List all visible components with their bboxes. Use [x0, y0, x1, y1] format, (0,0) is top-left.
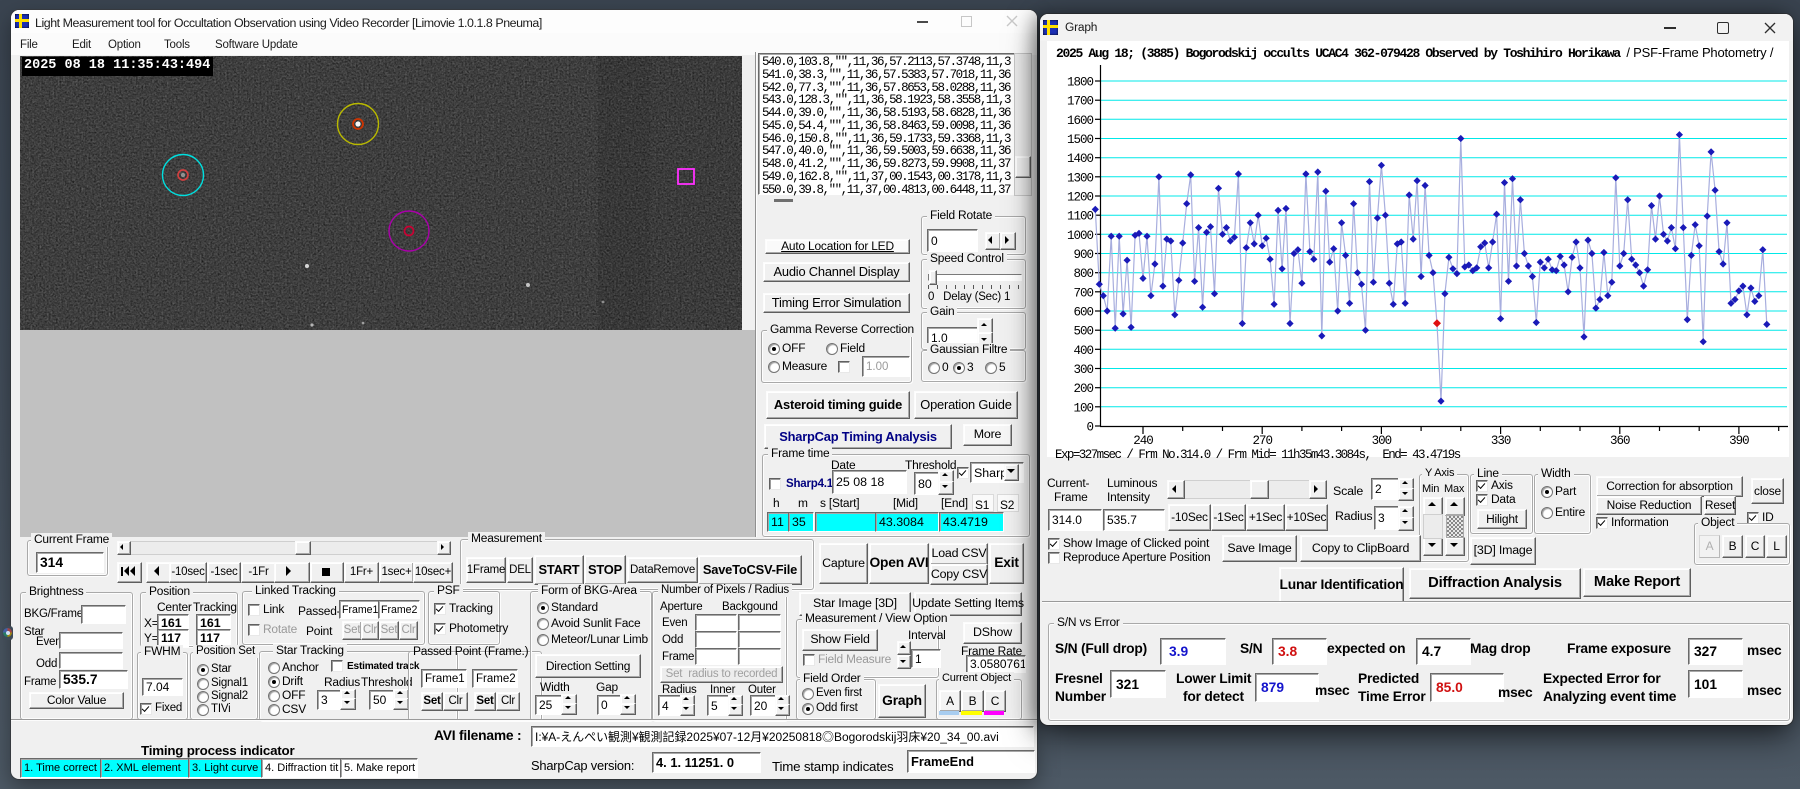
svg-text:1000: 1000	[1067, 229, 1094, 243]
svg-text:1400: 1400	[1067, 152, 1094, 166]
svg-text:0: 0	[1086, 421, 1093, 435]
svg-text:300: 300	[1073, 363, 1093, 377]
svg-text:100: 100	[1073, 401, 1093, 415]
svg-text:1700: 1700	[1067, 95, 1094, 109]
svg-text:900: 900	[1073, 248, 1093, 262]
svg-text:1600: 1600	[1067, 114, 1094, 128]
svg-text:1500: 1500	[1067, 133, 1094, 147]
svg-text:700: 700	[1073, 286, 1093, 300]
svg-text:300: 300	[1372, 434, 1392, 448]
svg-text:1200: 1200	[1067, 191, 1094, 205]
svg-text:800: 800	[1073, 267, 1093, 281]
svg-text:360: 360	[1610, 434, 1630, 448]
svg-text:1300: 1300	[1067, 171, 1094, 185]
svg-text:1100: 1100	[1067, 210, 1094, 224]
svg-text:500: 500	[1073, 325, 1093, 339]
svg-text:1800: 1800	[1067, 76, 1094, 90]
svg-text:400: 400	[1073, 344, 1093, 358]
svg-text:270: 270	[1252, 434, 1272, 448]
svg-text:600: 600	[1073, 306, 1093, 320]
svg-text:200: 200	[1073, 382, 1093, 396]
svg-text:330: 330	[1491, 434, 1511, 448]
svg-text:240: 240	[1133, 434, 1153, 448]
svg-text:390: 390	[1729, 434, 1749, 448]
